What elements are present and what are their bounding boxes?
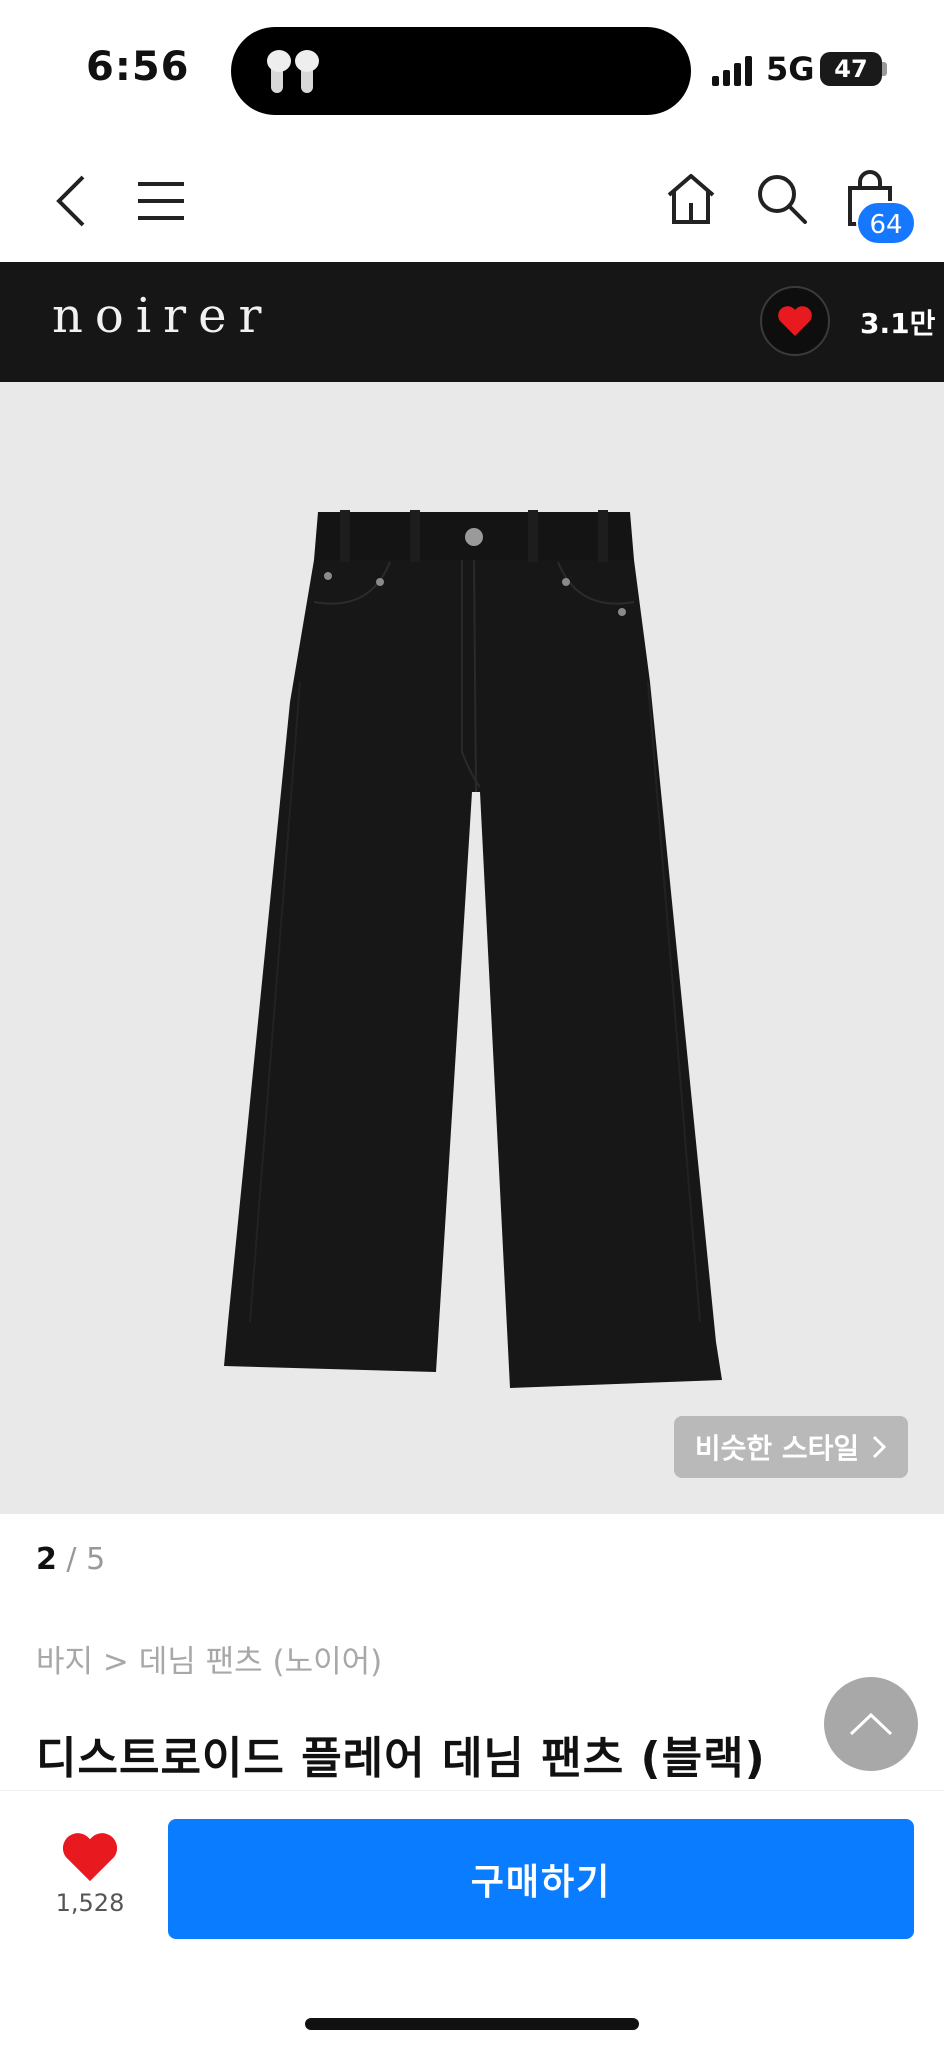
scroll-to-top-button[interactable] <box>824 1677 918 1771</box>
airpods-icon <box>267 50 319 93</box>
page-total: 5 <box>86 1542 106 1577</box>
brand-like-button[interactable] <box>760 286 830 356</box>
menu-button[interactable] <box>130 166 192 236</box>
top-nav-bar: 64 <box>0 140 944 262</box>
battery-cap <box>882 62 887 76</box>
brand-like-count: 3.1만 <box>860 307 936 340</box>
brand-bar: noirer 3.1만 <box>0 262 944 382</box>
similar-style-button[interactable]: 비슷한 스타일 <box>674 1416 908 1478</box>
back-button[interactable] <box>44 166 96 236</box>
home-icon <box>667 174 715 224</box>
chevron-left-icon <box>56 175 85 227</box>
status-time: 6:56 <box>86 44 190 90</box>
breadcrumb[interactable]: 바지 > 데님 팬츠 (노이어) <box>36 1636 382 1681</box>
heart-icon <box>778 306 812 336</box>
black-denim-pants-image <box>224 510 722 1388</box>
chevron-right-icon <box>873 1435 887 1459</box>
image-page-indicator: 2 / 5 <box>36 1542 105 1577</box>
page-separator: / <box>66 1542 87 1577</box>
buy-button[interactable]: 구매하기 <box>168 1819 914 1939</box>
product-image[interactable]: 비슷한 스타일 <box>0 382 944 1514</box>
product-title: 디스트로이드 플레어 데님 팬츠 (블랙) <box>36 1733 766 1784</box>
like-button[interactable]: 1,528 <box>50 1831 130 1931</box>
search-icon <box>758 175 807 224</box>
brand-logo[interactable]: noirer <box>52 288 273 344</box>
cart-count-badge: 64 <box>856 201 916 245</box>
bottom-action-bar: 1,528 구매하기 <box>0 1790 944 2046</box>
cellular-signal-icon <box>712 56 752 86</box>
network-label: 5G <box>766 50 815 88</box>
home-button[interactable] <box>662 164 720 234</box>
battery-icon: 47 <box>820 52 882 86</box>
status-bar: 6:56 5G 47 <box>0 0 944 140</box>
dynamic-island <box>231 27 691 115</box>
heart-icon <box>62 1833 118 1882</box>
page-current: 2 <box>36 1542 57 1577</box>
similar-style-label: 비슷한 스타일 <box>694 1432 860 1465</box>
hamburger-menu-icon <box>138 182 184 220</box>
like-count: 1,528 <box>55 1889 125 1917</box>
home-indicator <box>305 2018 639 2030</box>
search-button[interactable] <box>752 164 812 234</box>
chevron-up-icon <box>849 1712 893 1736</box>
